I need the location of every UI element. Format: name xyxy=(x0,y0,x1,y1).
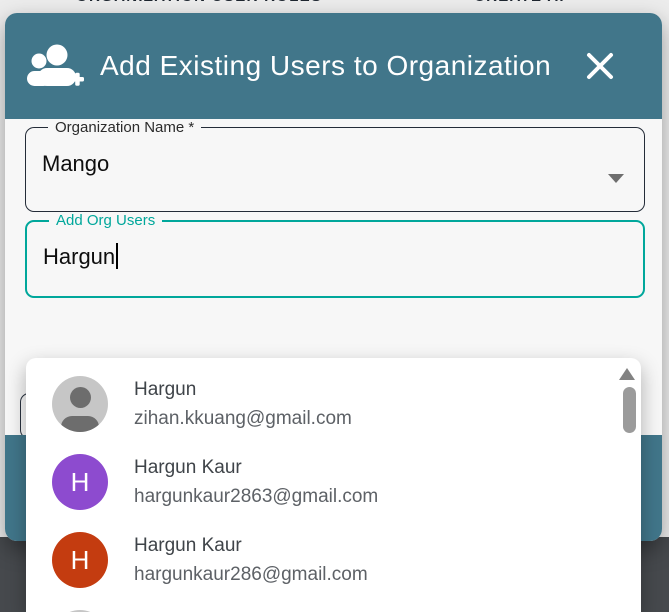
user-texts: Hargun Kaur hargunkaur2863@gmail.com xyxy=(134,457,378,508)
scrollbar-thumb[interactable] xyxy=(623,387,636,433)
user-name: Hargun Kaur xyxy=(134,535,368,557)
user-name: Hargun Kaur xyxy=(134,457,378,479)
user-email: hargunkaur286@gmail.com xyxy=(134,564,368,586)
avatar-letter: H xyxy=(71,467,90,498)
add-org-users-input[interactable]: Add Org Users Hargun xyxy=(25,212,645,298)
avatar-initial: H xyxy=(52,532,108,588)
close-icon xyxy=(583,49,617,83)
add-org-users-value: Hargun xyxy=(43,244,115,269)
user-suggestion-row[interactable] xyxy=(26,599,641,612)
organization-name-select[interactable]: Organization Name * Mango xyxy=(25,119,645,212)
user-name: Hargun xyxy=(134,379,352,401)
user-texts: Hargun zihan.kkuang@gmail.com xyxy=(134,379,352,430)
background-tab-right: CREATE AP xyxy=(474,0,571,5)
background-tab-left: ORGANIZATION USER ROLES xyxy=(76,0,322,5)
user-suggestion-row[interactable]: H Hargun Kaur hargunkaur286@gmail.com xyxy=(26,521,641,599)
dialog-body: Organization Name * Mango Add Org Users … xyxy=(5,119,662,298)
dialog-header: Add Existing Users to Organization xyxy=(5,13,662,119)
user-suggestions-dropdown: Hargun zihan.kkuang@gmail.com H Hargun Kaur… xyxy=(26,358,641,612)
avatar-initial: H xyxy=(52,454,108,510)
group-add-icon xyxy=(25,44,85,88)
user-email: hargunkaur2863@gmail.com xyxy=(134,486,378,508)
add-org-users-label: Add Org Users xyxy=(49,212,162,229)
close-button[interactable] xyxy=(580,46,620,86)
user-texts: Hargun Kaur hargunkaur286@gmail.com xyxy=(134,535,368,586)
user-email: zihan.kkuang@gmail.com xyxy=(134,408,352,430)
organization-name-value: Mango xyxy=(42,151,630,177)
dialog-title: Add Existing Users to Organization xyxy=(100,50,580,82)
user-list: Hargun zihan.kkuang@gmail.com H Hargun Kaur… xyxy=(26,365,641,612)
person-silhouette-icon xyxy=(52,376,108,432)
scroll-up-arrow-icon[interactable] xyxy=(619,368,635,380)
organization-name-label: Organization Name * xyxy=(48,119,201,136)
avatar-letter: H xyxy=(71,545,90,576)
dropdown-arrow-icon[interactable] xyxy=(608,174,624,183)
user-suggestion-row[interactable]: H Hargun Kaur hargunkaur2863@gmail.com xyxy=(26,443,641,521)
user-suggestion-row[interactable]: Hargun zihan.kkuang@gmail.com xyxy=(26,365,641,443)
text-caret xyxy=(116,243,118,269)
